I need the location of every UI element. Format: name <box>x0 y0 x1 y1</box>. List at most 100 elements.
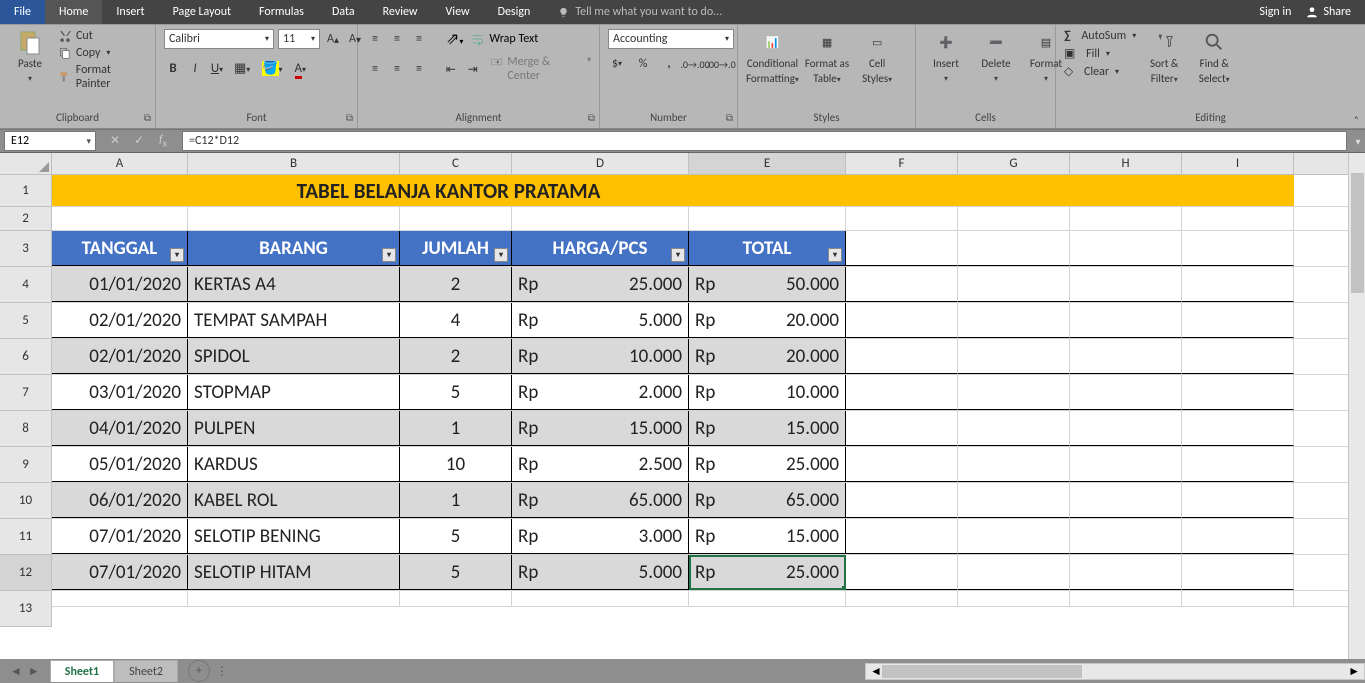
sheet-tab-2[interactable]: Sheet2 <box>114 660 178 682</box>
cell-styles-button[interactable]: ▭CellStyles▾ <box>855 29 899 85</box>
cell[interactable] <box>1182 555 1294 590</box>
cell[interactable] <box>958 555 1070 590</box>
cell[interactable] <box>188 591 400 606</box>
find-select-button[interactable]: Find &Select▾ <box>1192 29 1236 85</box>
col-E[interactable]: E <box>689 153 846 174</box>
cell[interactable] <box>1070 375 1182 410</box>
filter-icon[interactable]: ▾ <box>671 248 685 262</box>
row-6[interactable]: 6 <box>0 339 52 375</box>
borders-button[interactable]: ▦▾ <box>230 61 254 76</box>
increase-font-icon[interactable]: A▴ <box>324 30 342 48</box>
collapse-ribbon-icon[interactable]: ˄ <box>1354 113 1359 126</box>
align-middle-icon[interactable]: ≡ <box>388 30 406 48</box>
cell[interactable] <box>1182 231 1294 266</box>
cell[interactable] <box>958 339 1070 374</box>
cell[interactable]: TOTAL▾ <box>689 231 846 266</box>
cell[interactable]: 05/01/2020 <box>52 447 188 482</box>
cell[interactable]: 5 <box>400 519 512 554</box>
cell[interactable] <box>52 207 188 230</box>
cell[interactable]: Rp25.000 <box>689 447 846 482</box>
number-format-select[interactable]: Accounting▾ <box>608 29 734 49</box>
tab-split-icon[interactable]: ⋮ <box>210 664 234 679</box>
signin-button[interactable]: Sign in <box>1259 5 1291 19</box>
cell[interactable]: KERTAS A4 <box>188 267 400 302</box>
cell[interactable]: Rp15.000 <box>689 519 846 554</box>
cell[interactable]: 5 <box>400 555 512 590</box>
cell[interactable] <box>958 411 1070 446</box>
row-4[interactable]: 4 <box>0 267 52 303</box>
cell[interactable] <box>958 207 1070 230</box>
row-7[interactable]: 7 <box>0 375 52 411</box>
underline-button[interactable]: U▾ <box>208 61 226 76</box>
name-box[interactable]: E12▾ <box>4 131 96 151</box>
cell[interactable] <box>846 591 958 606</box>
tab-formulas[interactable]: Formulas <box>245 0 318 24</box>
cell[interactable] <box>1070 519 1182 554</box>
row-3[interactable]: 3 <box>0 231 52 267</box>
tab-insert[interactable]: Insert <box>102 0 158 24</box>
bold-button[interactable]: B <box>164 61 182 76</box>
cell[interactable]: 02/01/2020 <box>52 303 188 338</box>
align-bottom-icon[interactable]: ≡ <box>410 30 428 48</box>
cell[interactable]: Rp65.000 <box>689 483 846 518</box>
cell[interactable]: 2 <box>400 339 512 374</box>
share-button[interactable]: Share <box>1305 5 1351 19</box>
cell[interactable]: SPIDOL <box>188 339 400 374</box>
wrap-text-button[interactable]: Wrap Text <box>471 32 538 46</box>
next-sheet-icon[interactable]: ► <box>28 664 40 679</box>
new-sheet-button[interactable]: + <box>188 660 210 682</box>
col-F[interactable]: F <box>846 153 958 174</box>
cell[interactable] <box>958 267 1070 302</box>
cell[interactable] <box>846 447 958 482</box>
cell[interactable] <box>1070 339 1182 374</box>
clear-button[interactable]: ◇ Clear▾ <box>1064 64 1136 79</box>
cell[interactable] <box>958 231 1070 266</box>
cell[interactable] <box>1070 303 1182 338</box>
cell[interactable]: 07/01/2020 <box>52 555 188 590</box>
merge-center-button[interactable]: Merge & Center▾ <box>490 55 591 83</box>
row-11[interactable]: 11 <box>0 519 52 555</box>
cell[interactable]: 03/01/2020 <box>52 375 188 410</box>
cell[interactable] <box>1070 175 1182 206</box>
tab-home[interactable]: Home <box>45 0 102 24</box>
filter-icon[interactable]: ▾ <box>494 248 508 262</box>
tab-review[interactable]: Review <box>369 0 432 24</box>
cell[interactable]: 2 <box>400 267 512 302</box>
cell[interactable] <box>958 591 1070 606</box>
cancel-formula-icon[interactable]: ✕ <box>106 133 124 149</box>
font-size-select[interactable]: 11▾ <box>278 29 320 49</box>
cell[interactable]: STOPMAP <box>188 375 400 410</box>
cell[interactable]: 02/01/2020 <box>52 339 188 374</box>
col-G[interactable]: G <box>958 153 1070 174</box>
cell[interactable]: TEMPAT SAMPAH <box>188 303 400 338</box>
cut-button[interactable]: Cut <box>58 29 147 43</box>
col-A[interactable]: A <box>52 153 188 174</box>
row-10[interactable]: 10 <box>0 483 52 519</box>
cell[interactable]: TANGGAL▾ <box>52 231 188 266</box>
cell[interactable] <box>1070 411 1182 446</box>
cell[interactable]: Rp50.000 <box>689 267 846 302</box>
align-top-icon[interactable]: ≡ <box>366 30 384 48</box>
tab-design[interactable]: Design <box>484 0 545 24</box>
alignment-launcher-icon[interactable]: ⧉ <box>588 111 595 124</box>
row-9[interactable]: 9 <box>0 447 52 483</box>
cell[interactable] <box>1182 447 1294 482</box>
orientation-button[interactable]: ⇗▾ <box>446 29 463 49</box>
cell[interactable]: Rp20.000 <box>689 339 846 374</box>
comma-format-icon[interactable]: , <box>660 55 678 73</box>
cell[interactable]: PULPEN <box>188 411 400 446</box>
filter-icon[interactable]: ▾ <box>828 248 842 262</box>
cell[interactable]: 06/01/2020 <box>52 483 188 518</box>
cell[interactable] <box>52 591 188 606</box>
col-H[interactable]: H <box>1070 153 1182 174</box>
cell[interactable] <box>1182 267 1294 302</box>
cell[interactable]: Rp10.000 <box>689 375 846 410</box>
col-D[interactable]: D <box>512 153 689 174</box>
cell[interactable]: Rp15.000 <box>689 411 846 446</box>
cell[interactable]: Rp25.000 <box>512 267 689 302</box>
cell[interactable]: HARGA/PCS▾ <box>512 231 689 266</box>
decrease-decimal-icon[interactable]: .00→.0 <box>712 55 730 73</box>
tab-page-layout[interactable]: Page Layout <box>159 0 245 24</box>
cell[interactable] <box>846 303 958 338</box>
cell[interactable] <box>1182 519 1294 554</box>
